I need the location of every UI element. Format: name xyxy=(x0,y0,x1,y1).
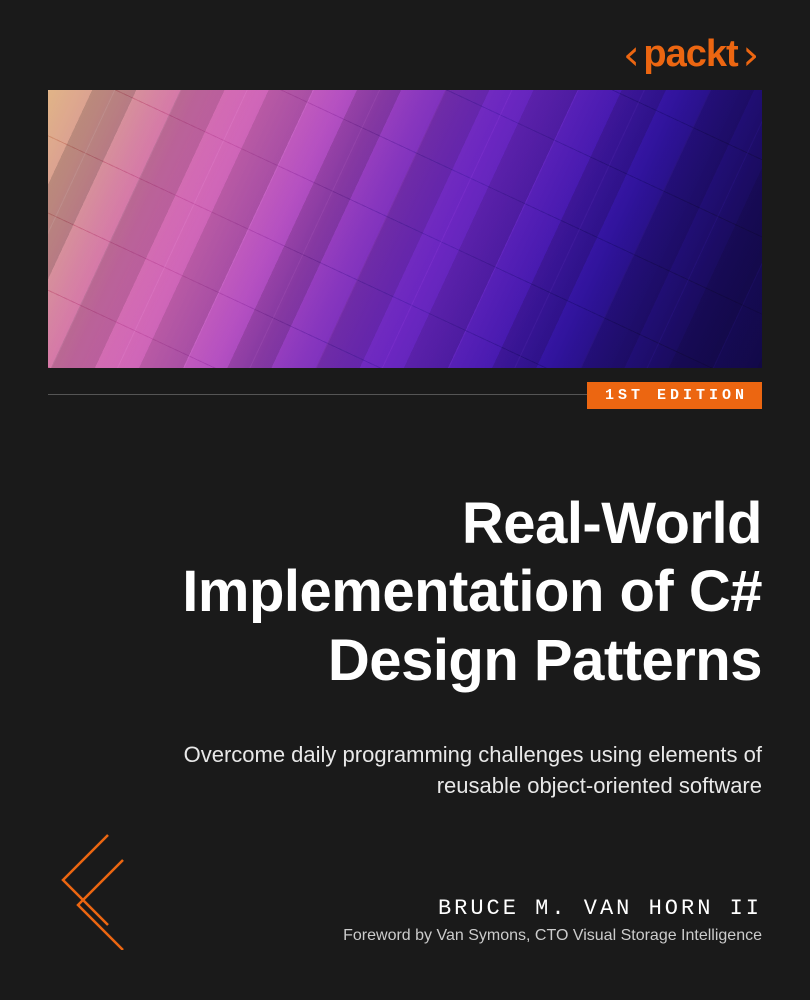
chevron-decoration-icon xyxy=(48,830,128,950)
cover-hero-image xyxy=(48,90,762,368)
publisher-logo: ‹packt› xyxy=(619,30,762,79)
publisher-name: packt xyxy=(643,33,737,76)
author-block: BRUCE M. VAN HORN II Foreword by Van Sym… xyxy=(343,896,762,945)
angle-bracket-right-icon: › xyxy=(738,30,762,79)
book-title: Real-World Implementation of C# Design P… xyxy=(48,490,762,695)
foreword-credit: Foreword by Van Symons, CTO Visual Stora… xyxy=(343,927,762,945)
book-subtitle: Overcome daily programming challenges us… xyxy=(180,740,762,802)
angle-bracket-left-icon: ‹ xyxy=(619,30,643,79)
edition-badge: 1ST EDITION xyxy=(587,382,762,409)
author-name: BRUCE M. VAN HORN II xyxy=(343,896,762,921)
